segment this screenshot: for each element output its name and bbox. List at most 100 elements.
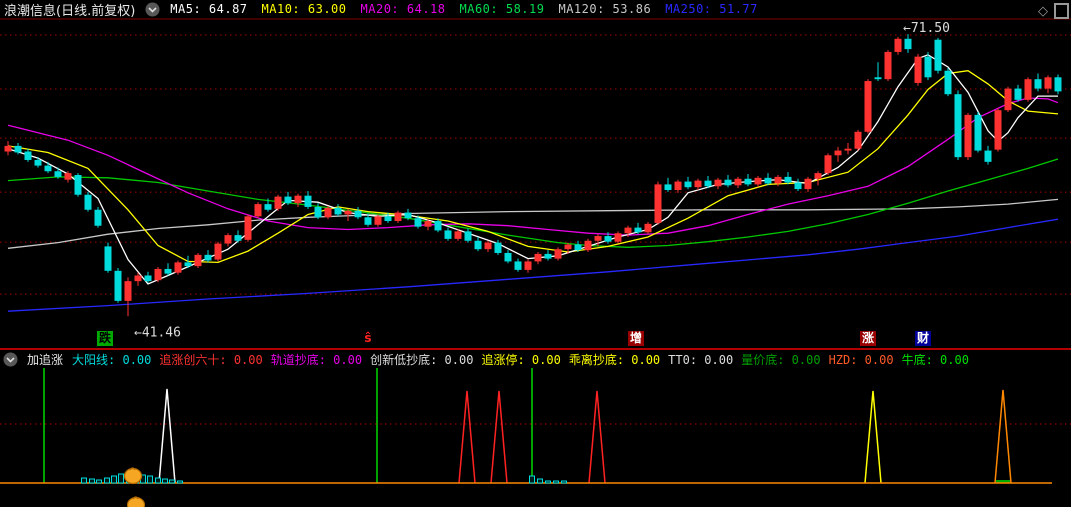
event-tag: 跌 xyxy=(97,331,113,346)
candle xyxy=(904,38,912,50)
candle xyxy=(74,174,82,195)
candle xyxy=(324,207,332,218)
candle xyxy=(714,179,722,187)
ma-line-ma120 xyxy=(7,198,1059,249)
histogram-bar xyxy=(111,475,117,484)
candle xyxy=(564,244,572,250)
indicator-fields: 大阳线: 0.00 追涨创六十: 0.00 轨道抄底: 0.00 创新低抄底: 0.0… xyxy=(72,351,977,368)
candle xyxy=(14,145,22,153)
candle xyxy=(64,173,72,180)
candle xyxy=(114,270,122,301)
ma-legend-item: MA250: 51.77 xyxy=(665,2,758,16)
histogram-bar xyxy=(545,480,551,484)
page-title: 浪潮信息(日线.前复权) xyxy=(4,3,136,19)
chevron-down-icon[interactable] xyxy=(3,352,18,367)
candle xyxy=(834,150,842,156)
candle xyxy=(754,177,762,185)
candle xyxy=(304,195,312,207)
candle xyxy=(784,176,792,183)
candle xyxy=(964,114,972,158)
candle xyxy=(504,252,512,262)
candle xyxy=(894,38,902,52)
candle xyxy=(924,56,932,78)
event-tag: 增 xyxy=(628,331,644,346)
indicator-name[interactable]: 加追涨 xyxy=(27,351,63,368)
histogram-bar xyxy=(162,478,168,484)
candle xyxy=(274,196,282,209)
candle xyxy=(94,209,102,226)
indicator-spike xyxy=(994,389,1012,484)
candle xyxy=(524,261,532,270)
candle xyxy=(184,262,192,267)
candle xyxy=(584,240,592,251)
candle xyxy=(934,39,942,71)
candle xyxy=(694,180,702,188)
indicator-spike xyxy=(158,388,176,484)
candle xyxy=(404,212,412,219)
candle xyxy=(174,262,182,273)
stock-chart-app: 浪潮信息(日线.前复权) MA5: 64.87 MA10: 63.00 MA20: … xyxy=(0,0,1071,507)
indicator-field: 牛底: 0.00 xyxy=(901,352,969,367)
candle xyxy=(614,233,622,242)
main-candlestick-chart[interactable]: ←71.50 ←41.46 跌 ŝ 增 涨 财 xyxy=(0,20,1071,348)
candle xyxy=(84,194,92,210)
candle xyxy=(244,216,252,240)
candle xyxy=(874,77,882,80)
gold-ingot-marker xyxy=(123,467,143,485)
candle xyxy=(254,204,262,217)
candle xyxy=(884,51,892,80)
candle xyxy=(734,178,742,186)
indicator-field: 追涨停: 0.00 xyxy=(481,352,561,367)
maximize-icon[interactable] xyxy=(1054,3,1069,19)
candle xyxy=(814,173,822,179)
candle xyxy=(194,254,202,267)
sub-indicator-panel[interactable] xyxy=(0,368,1071,507)
candle xyxy=(434,221,442,231)
histogram-bar xyxy=(81,477,87,484)
candle xyxy=(234,235,242,241)
histogram-bar xyxy=(537,478,543,484)
candle xyxy=(984,150,992,162)
ma-line-ma250 xyxy=(7,218,1059,312)
candle xyxy=(644,223,652,233)
indicator-field: TT0: 0.00 xyxy=(668,352,734,367)
candle xyxy=(824,155,832,174)
indicator-field: 量价底: 0.00 xyxy=(741,352,821,367)
candle xyxy=(394,212,402,222)
candle xyxy=(134,275,142,282)
histogram-bar xyxy=(104,477,110,484)
chevron-down-icon[interactable] xyxy=(145,2,160,17)
candle xyxy=(724,179,732,186)
candle xyxy=(1034,79,1042,89)
candle xyxy=(774,176,782,184)
candle xyxy=(214,243,222,260)
histogram-bar xyxy=(561,480,567,484)
candle xyxy=(1004,88,1012,111)
candle xyxy=(484,242,492,250)
candle xyxy=(314,206,322,218)
candle xyxy=(284,196,292,204)
candle xyxy=(654,184,662,223)
title-bar: 浪潮信息(日线.前复权) MA5: 64.87 MA10: 63.00 MA20: … xyxy=(0,0,1071,20)
candle xyxy=(954,94,962,158)
candle xyxy=(414,218,422,227)
candlestick-plot[interactable]: ←71.50 ←41.46 xyxy=(0,20,1071,348)
diamond-icon[interactable]: ◇ xyxy=(1038,5,1048,18)
indicator-spike xyxy=(490,390,508,484)
ma-legend-item: MA10: 63.00 xyxy=(261,2,347,16)
sub-indicator-plot[interactable] xyxy=(0,368,1071,507)
candle xyxy=(684,181,692,188)
candle xyxy=(154,268,162,281)
candle xyxy=(344,210,352,215)
indicator-field: HZD: 0.00 xyxy=(828,352,894,367)
candle xyxy=(204,254,212,261)
indicator-spike xyxy=(458,390,476,484)
candle xyxy=(744,178,752,185)
indicator-field: 追涨创六十: 0.00 xyxy=(159,352,263,367)
candle xyxy=(514,261,522,270)
candle xyxy=(444,230,452,239)
histogram-bar xyxy=(177,480,183,484)
candle xyxy=(1024,79,1032,100)
candle xyxy=(424,221,432,227)
candle xyxy=(54,171,62,177)
